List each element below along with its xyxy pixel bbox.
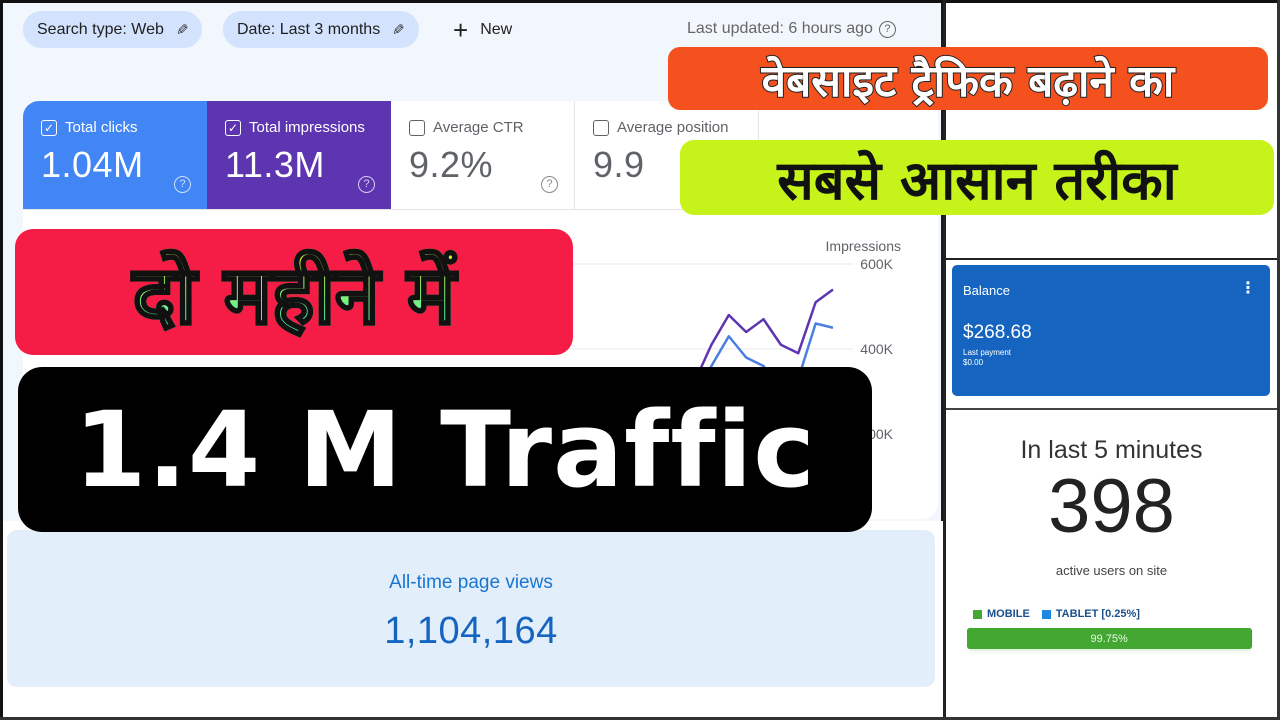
metric-value: 9.2% bbox=[409, 144, 494, 185]
filter-chip-label: Search type: Web bbox=[37, 20, 164, 38]
metric-label: Total impressions bbox=[249, 119, 365, 136]
balance-card: Balance ⋮ $268.68 Last payment $0.00 bbox=[952, 265, 1270, 396]
more-vert-icon[interactable]: ⋮ bbox=[1240, 281, 1256, 297]
page-views-value: 1,104,164 bbox=[384, 610, 558, 652]
overlay-headline-3: दो महीने में bbox=[15, 229, 573, 355]
active-users-count: 398 bbox=[1048, 464, 1175, 549]
y-axis-title: Impressions bbox=[826, 238, 901, 254]
help-icon[interactable]: ? bbox=[878, 20, 896, 38]
last-payment-value: $0.00 bbox=[963, 358, 984, 368]
legend-label: TABLET [0.25%] bbox=[1055, 608, 1140, 620]
filter-chip-search-type[interactable]: Search type: Web ✎ bbox=[23, 11, 203, 48]
filter-chip-label: Date: Last 3 months bbox=[237, 20, 381, 38]
device-share-bar: 99.75% bbox=[967, 628, 1252, 649]
metric-label: Average CTR bbox=[433, 119, 524, 136]
new-filter-button[interactable]: + New bbox=[453, 15, 512, 45]
metric-total-clicks[interactable]: ✓ Total clicks 1.04M ? bbox=[23, 101, 207, 209]
pencil-icon[interactable]: ✎ bbox=[392, 21, 405, 39]
balance-title: Balance bbox=[963, 283, 1010, 298]
plus-icon: + bbox=[453, 15, 469, 45]
overlay-headline-1: वेबसाइट ट्रैफिक बढ़ाने का bbox=[668, 47, 1268, 110]
metric-total-impressions[interactable]: ✓ Total impressions 11.3M ? bbox=[207, 101, 391, 209]
metric-value: 1.04M bbox=[41, 144, 144, 185]
last-updated-text: Last updated: 6 hours ago bbox=[687, 20, 873, 37]
metric-value: 11.3M bbox=[225, 144, 325, 185]
checkbox-checked-icon[interactable]: ✓ bbox=[41, 119, 57, 136]
overlay-headline-4: 1.4 M Traffic bbox=[18, 367, 872, 532]
pencil-icon[interactable]: ✎ bbox=[176, 21, 189, 39]
page-views-section: All-time page views 1,104,164 bbox=[3, 524, 943, 717]
active-users-subtitle: active users on site bbox=[1055, 563, 1168, 578]
help-icon[interactable]: ? bbox=[541, 176, 558, 193]
help-icon[interactable]: ? bbox=[358, 176, 375, 193]
legend-label: MOBILE bbox=[987, 608, 1030, 620]
overlay-headline-2-text: सबसे आसान तरीका bbox=[777, 148, 1177, 212]
help-icon[interactable]: ? bbox=[174, 176, 191, 193]
overlay-headline-1-text: वेबसाइट ट्रैफिक बढ़ाने का bbox=[761, 55, 1176, 108]
balance-amount: $268.68 bbox=[963, 322, 1032, 343]
device-share-mobile: 99.75% bbox=[967, 628, 1252, 649]
device-legend: MOBILE TABLET [0.25%] bbox=[973, 608, 1140, 620]
metric-label: Total clicks bbox=[65, 119, 138, 136]
checkbox-checked-icon[interactable]: ✓ bbox=[225, 119, 241, 136]
device-share-mobile-label: 99.75% bbox=[1090, 632, 1128, 645]
page-views-label: All-time page views bbox=[389, 572, 553, 593]
last-payment-label: Last payment bbox=[963, 348, 1012, 357]
balance-section: Balance ⋮ $268.68 Last payment $0.00 bbox=[946, 258, 1277, 410]
active-users-card: In last 5 minutes 398 active users on si… bbox=[946, 412, 1277, 717]
checkbox-unchecked-icon[interactable] bbox=[593, 119, 609, 136]
legend-item-mobile: MOBILE bbox=[973, 608, 1030, 620]
new-filter-label: New bbox=[480, 21, 513, 38]
overlay-headline-3-text: दो महीने में bbox=[131, 238, 456, 347]
active-users-title: In last 5 minutes bbox=[1020, 436, 1203, 464]
checkbox-unchecked-icon[interactable] bbox=[409, 119, 425, 136]
y-tick-label: 600K bbox=[860, 256, 893, 272]
overlay-headline-2: सबसे आसान तरीका bbox=[680, 140, 1274, 215]
legend-swatch-mobile bbox=[973, 609, 982, 619]
y-tick-label: 400K bbox=[860, 341, 893, 357]
page-views-card: All-time page views 1,104,164 bbox=[7, 530, 935, 687]
overlay-headline-4-text: 1.4 M Traffic bbox=[74, 388, 816, 511]
metric-label: Average position bbox=[617, 119, 729, 136]
filter-chip-date[interactable]: Date: Last 3 months ✎ bbox=[223, 11, 419, 48]
legend-swatch-tablet bbox=[1041, 609, 1051, 619]
metric-average-ctr[interactable]: Average CTR 9.2% ? bbox=[391, 101, 575, 209]
last-updated-status: Last updated: 6 hours ago ? bbox=[687, 20, 896, 38]
legend-item-tablet: TABLET [0.25%] bbox=[1041, 608, 1140, 620]
